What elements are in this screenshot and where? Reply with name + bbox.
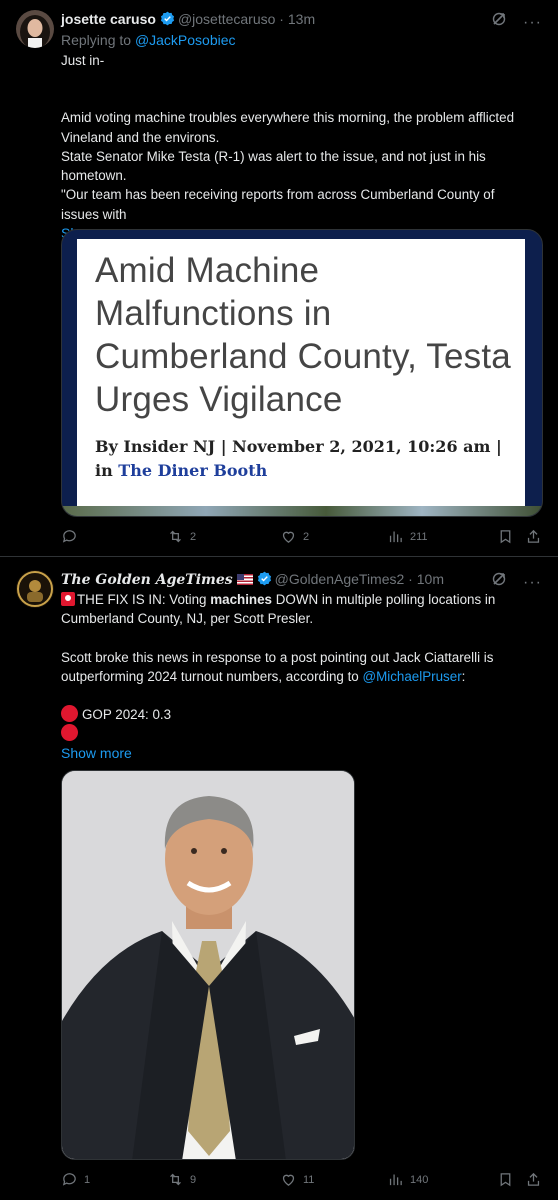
share-icon: [527, 529, 540, 543]
card-byline: By Insider NJ | November 2, 2021, 10:26 …: [95, 437, 502, 480]
action-bar: 1 9 11 140: [61, 1171, 542, 1191]
grok-icon[interactable]: [491, 571, 507, 590]
tweet-text: Just in- Amid voting machine troubles ev…: [61, 51, 532, 243]
paragraph: "Our team has been receiving reports fro…: [61, 187, 495, 222]
timestamp[interactable]: 10m: [417, 571, 444, 587]
us-flag-icon: [236, 574, 253, 585]
bookmark-button[interactable]: [497, 528, 514, 545]
views-icon: [389, 531, 402, 543]
red-circle-icon: [61, 705, 78, 723]
action-bar: 2 2 211: [61, 528, 542, 548]
bookmark-button[interactable]: [497, 1171, 514, 1188]
like-button[interactable]: 2: [280, 528, 309, 545]
display-name[interactable]: josette caruso: [61, 11, 156, 27]
like-button[interactable]: 11: [280, 1171, 314, 1188]
repost-button[interactable]: 2: [167, 528, 196, 545]
views-icon: [389, 1174, 402, 1186]
card-image-strip: [62, 506, 542, 516]
views-button[interactable]: 140: [387, 1171, 428, 1188]
link-card[interactable]: Amid Machine Malfunctions in Cumberland …: [61, 229, 543, 517]
byline-link: The Diner Booth: [118, 461, 268, 480]
show-more-link[interactable]: Show more: [61, 744, 532, 763]
share-button[interactable]: [525, 528, 542, 545]
handle[interactable]: @josettecaruso: [178, 11, 275, 27]
tweet-header: josette caruso @josettecaruso · 13m ···: [61, 11, 542, 31]
avatar[interactable]: [16, 10, 54, 48]
share-icon: [527, 1172, 540, 1186]
repost-icon: [170, 530, 181, 543]
repost-icon: [170, 1173, 181, 1186]
paragraph: Scott broke this news in response to a p…: [61, 649, 494, 684]
bookmark-icon: [500, 530, 511, 544]
avatar[interactable]: [16, 570, 54, 608]
display-name[interactable]: The Golden AgeTimes: [61, 572, 233, 588]
share-button[interactable]: [525, 1171, 542, 1188]
reply-icon: [62, 1173, 76, 1186]
like-icon: [282, 1174, 295, 1186]
views-button[interactable]: 211: [387, 528, 428, 545]
red-circle-icon: [61, 724, 78, 742]
timestamp[interactable]: 13m: [288, 11, 315, 27]
media-photo[interactable]: [61, 770, 355, 1160]
tweet-josette-caruso[interactable]: josette caruso @josettecaruso · 13m ··· R…: [0, 0, 558, 557]
reply-icon: [62, 530, 76, 543]
paragraph: Amid voting machine troubles everywhere …: [61, 110, 515, 145]
card-headline: Amid Machine Malfunctions in Cumberland …: [95, 251, 511, 419]
tweet-golden-age-times[interactable]: The Golden AgeTimes @GoldenAgeTimes2 · 10…: [0, 557, 558, 1200]
tweet-header: The Golden AgeTimes @GoldenAgeTimes2 · 10…: [61, 571, 542, 591]
paragraph: State Senator Mike Testa (R-1) was alert…: [61, 148, 486, 184]
grok-icon[interactable]: [491, 11, 507, 30]
reply-button[interactable]: [61, 528, 84, 545]
repost-button[interactable]: 9: [167, 1171, 196, 1188]
like-icon: [282, 531, 295, 543]
handle[interactable]: @GoldenAgeTimes2: [275, 571, 405, 587]
paragraph: THE FIX IS IN: Voting machines DOWN in m…: [61, 592, 496, 627]
siren-icon: [61, 592, 75, 606]
replying-to: Replying to @JackPosobiec: [61, 32, 236, 48]
paragraph: Just in-: [61, 53, 105, 68]
paragraph: GOP 2024: 0.3: [61, 705, 532, 724]
reply-button[interactable]: 1: [61, 1171, 90, 1188]
verified-badge-icon: [160, 11, 174, 26]
tweet-text: THE FIX IS IN: Voting machines DOWN in m…: [61, 590, 532, 763]
verified-badge-icon: [257, 571, 271, 586]
mention-link[interactable]: @MichaelPruser: [362, 669, 461, 684]
man-portrait-image: [62, 771, 354, 1159]
reply-to-link[interactable]: @JackPosobiec: [135, 32, 236, 48]
more-icon[interactable]: ···: [523, 14, 542, 32]
bookmark-icon: [500, 1173, 511, 1187]
